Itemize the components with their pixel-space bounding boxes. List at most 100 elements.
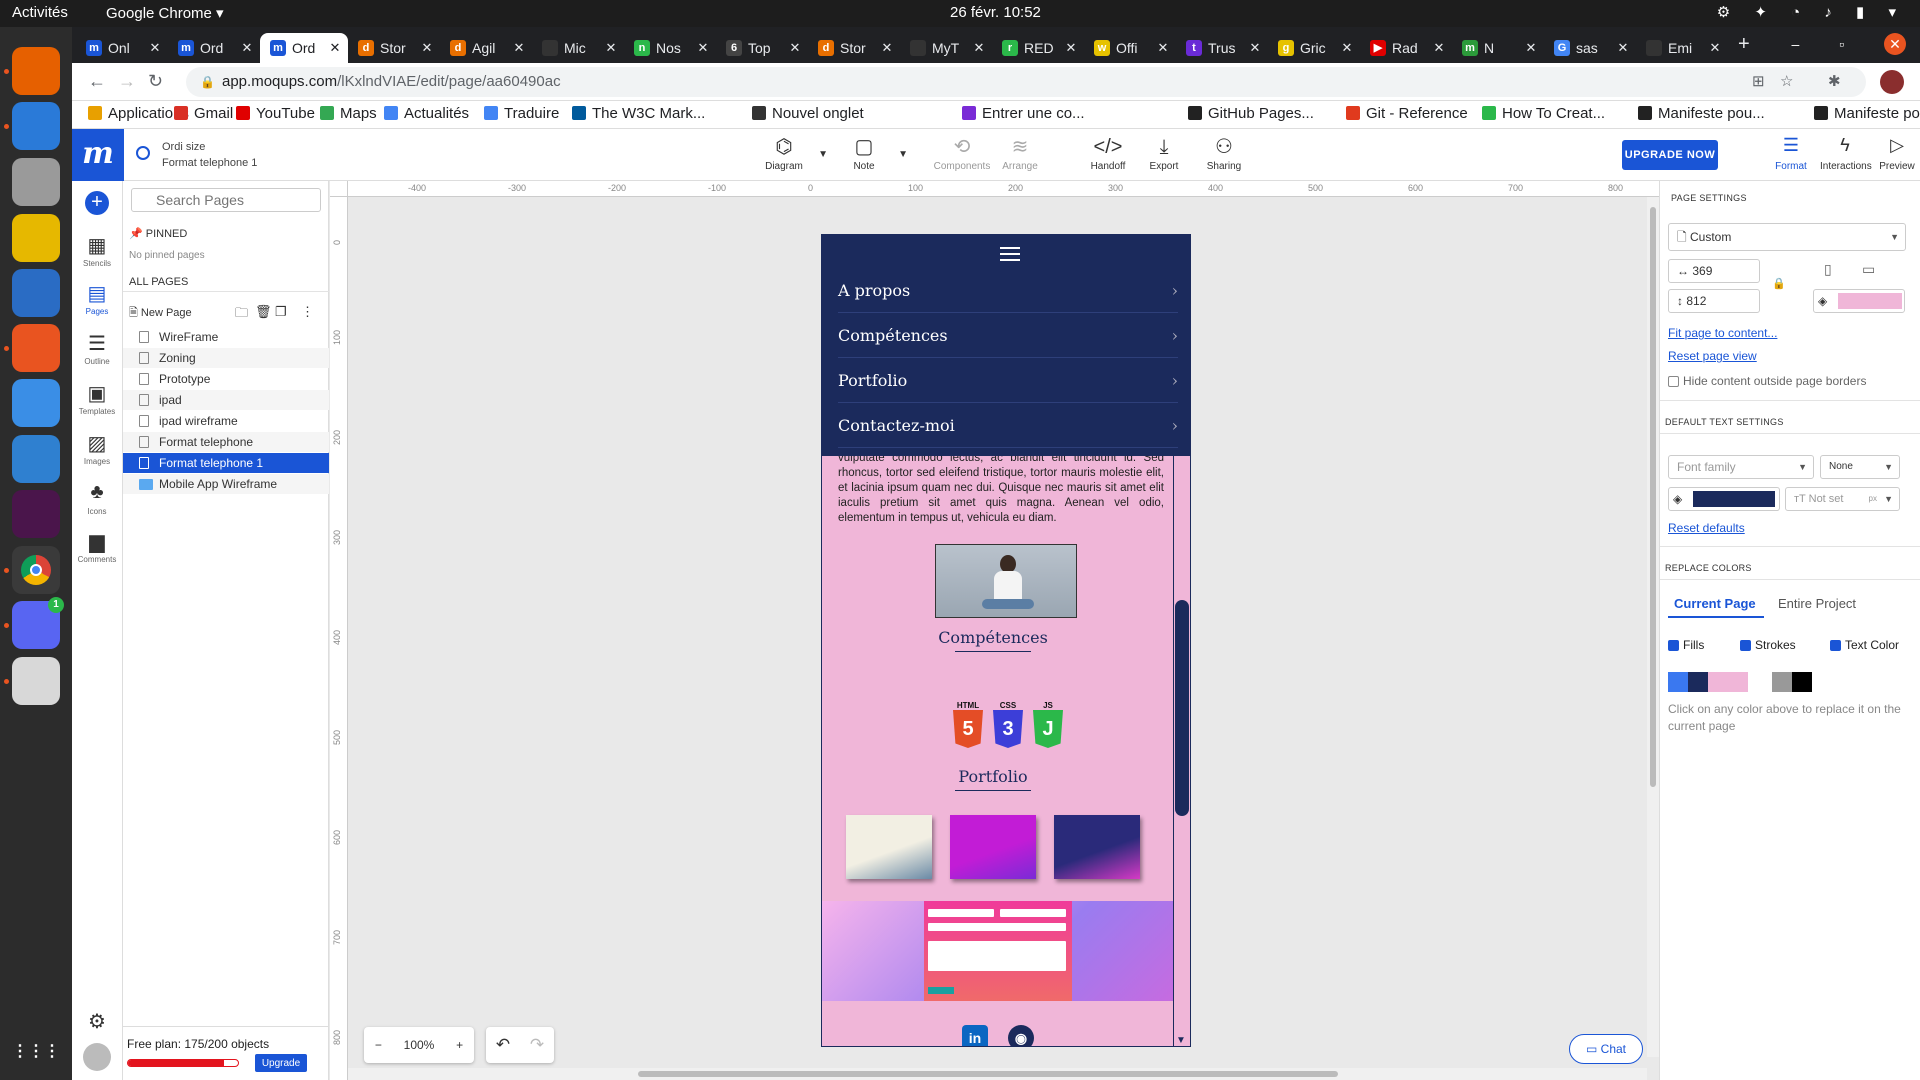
lock-ratio-icon[interactable]: 🔒 — [1772, 277, 1786, 290]
bookmark-star-icon[interactable]: ☆ — [1780, 72, 1793, 90]
browser-tab[interactable]: m Ord ✕ — [260, 33, 348, 63]
fills-checkbox[interactable]: Fills — [1668, 638, 1704, 652]
back-icon[interactable]: ← — [88, 71, 106, 92]
bookmark-item[interactable]: Maps — [320, 105, 377, 122]
strokes-checkbox[interactable]: Strokes — [1740, 638, 1796, 652]
new-tab-icon[interactable]: + — [1738, 33, 1750, 56]
tab-close-icon[interactable]: ✕ — [1614, 40, 1632, 56]
github-icon[interactable]: ◉ — [1008, 1025, 1034, 1046]
tab-close-icon[interactable]: ✕ — [602, 40, 620, 56]
toolbar-components-button[interactable]: ⟲ Components — [932, 135, 992, 172]
translate-icon[interactable]: ⊞ — [1752, 72, 1765, 90]
browser-tab[interactable]: ▶ Rad ✕ — [1360, 33, 1452, 63]
tab-close-icon[interactable]: ✕ — [418, 40, 436, 56]
tab-entire-project[interactable]: Entire Project — [1778, 596, 1856, 611]
page-item[interactable]: WireFrame — [123, 327, 329, 347]
globe-icon[interactable] — [136, 146, 150, 160]
page-item[interactable]: Format telephone — [123, 432, 329, 452]
browser-tab[interactable]: d Stor ✕ — [348, 33, 440, 63]
browser-tab[interactable]: m Onl ✕ — [76, 33, 168, 63]
activities-button[interactable]: Activités — [12, 4, 68, 21]
rail-stencils-button[interactable]: ▦ Stencils — [72, 233, 122, 268]
mock-nav-item[interactable]: Portfolio › — [838, 359, 1178, 403]
dock-discord-icon[interactable]: 1 — [12, 597, 64, 649]
page-item[interactable]: Format telephone 1 — [123, 453, 329, 473]
bookmark-item[interactable]: Traduire — [484, 105, 559, 122]
browser-tab[interactable]: m Ord ✕ — [168, 33, 260, 63]
color-swatch[interactable] — [1792, 672, 1812, 692]
portfolio-thumbnail[interactable] — [1054, 815, 1140, 879]
dock-rhythmbox-icon[interactable] — [12, 214, 60, 262]
mock-nav-item[interactable]: Contactez-moi › — [838, 404, 1178, 448]
close-window-icon[interactable]: ✕ — [1884, 33, 1906, 55]
page-item[interactable]: Prototype — [123, 369, 329, 389]
browser-tab[interactable]: Mic ✕ — [532, 33, 624, 63]
dock-help-icon[interactable] — [12, 379, 60, 427]
color-swatch[interactable] — [1668, 672, 1688, 692]
reset-defaults-link[interactable]: Reset defaults — [1668, 521, 1745, 535]
hamburger-menu-icon[interactable] — [1000, 247, 1020, 261]
add-icon[interactable]: + — [85, 191, 109, 215]
tab-close-icon[interactable]: ✕ — [786, 40, 804, 56]
browser-tab[interactable]: w Offi ✕ — [1084, 33, 1176, 63]
tab-close-icon[interactable]: ✕ — [878, 40, 896, 56]
dock-screenshot-tool-icon[interactable] — [12, 657, 60, 705]
linkedin-icon[interactable]: in — [962, 1025, 988, 1046]
height-input[interactable]: ↕ 812 — [1668, 289, 1760, 313]
bookmark-item[interactable]: Git - Reference — [1346, 105, 1468, 122]
system-tray-icons[interactable]: ⚙ ✦ ◔ ♪ ▮ ▾ — [1717, 3, 1906, 21]
reset-page-view-link[interactable]: Reset page view — [1668, 349, 1757, 363]
text-color-picker[interactable]: ◈ — [1668, 487, 1780, 511]
bookmark-item[interactable]: Entrer une co... — [962, 105, 1085, 122]
mock-nav-item[interactable]: Compétences › — [838, 314, 1178, 358]
portfolio-thumbnail[interactable] — [950, 815, 1036, 879]
color-swatch[interactable] — [1772, 672, 1792, 692]
search-pages-input[interactable] — [131, 188, 321, 212]
document-title[interactable]: Ordi size Format telephone 1 — [162, 139, 257, 171]
mock-scrollbar[interactable]: ▼ — [1173, 456, 1190, 1046]
rail-pages-button[interactable]: ▤ Pages — [72, 281, 122, 316]
page-bg-color[interactable]: ◈ — [1813, 289, 1905, 313]
toolbar-sharing-button[interactable]: ⚇ Sharing — [1194, 135, 1254, 172]
tab-current-page[interactable]: Current Page — [1674, 596, 1756, 611]
toolbar-arrange-button[interactable]: ≋ Arrange — [990, 135, 1050, 172]
dock-vscode-icon[interactable] — [12, 435, 60, 483]
dock-chrome-icon[interactable] — [12, 546, 60, 594]
show-apps-icon[interactable]: ⋮⋮⋮ — [12, 1027, 60, 1075]
color-swatch[interactable] — [1728, 672, 1748, 692]
reload-icon[interactable]: ↻ — [148, 71, 163, 92]
canvas-vertical-scrollbar[interactable] — [1647, 197, 1659, 1057]
duplicate-icon[interactable]: ❐ — [275, 304, 287, 320]
toolbar-handoff-button[interactable]: </> Handoff — [1078, 135, 1138, 172]
tab-close-icon[interactable]: ✕ — [970, 40, 988, 56]
rail-templates-button[interactable]: ▣ Templates — [72, 381, 122, 416]
fit-page-link[interactable]: Fit page to content... — [1668, 326, 1777, 340]
upgrade-button[interactable]: Upgrade — [255, 1054, 307, 1072]
page-item[interactable]: ipad wireframe — [123, 411, 329, 431]
panel-preview-button[interactable]: ▷ Preview — [1872, 135, 1920, 172]
browser-tab[interactable]: Gsas ✕ — [1544, 33, 1636, 63]
browser-tab[interactable]: MyT ✕ — [900, 33, 992, 63]
tab-close-icon[interactable]: ✕ — [1706, 40, 1724, 56]
bookmark-item[interactable]: GitHub Pages... — [1188, 105, 1314, 122]
tab-close-icon[interactable]: ✕ — [1246, 40, 1264, 56]
profile-photo[interactable] — [935, 544, 1077, 618]
bookmark-item[interactable]: Actualités — [384, 105, 469, 122]
phone-mockup-page[interactable]: vulputate commodo lectus, ac blandit eli… — [821, 234, 1191, 1047]
zoom-level[interactable]: 100% — [404, 1038, 435, 1052]
tab-close-icon[interactable]: ✕ — [326, 40, 344, 56]
tab-close-icon[interactable]: ✕ — [1522, 40, 1540, 56]
redo-icon[interactable]: ↷ — [530, 1035, 544, 1055]
bookmark-item[interactable]: Nouvel onglet — [752, 105, 864, 122]
bookmark-item[interactable]: YouTube — [236, 105, 315, 122]
page-item[interactable]: ipad — [123, 390, 329, 410]
page-item[interactable]: Zoning — [123, 348, 329, 368]
url-field[interactable]: 🔒 app.moqups.com/lKxlndVIAE/edit/page/aa6… — [186, 67, 1866, 97]
moqups-logo[interactable]: m — [72, 129, 124, 181]
dock-thunderbird-icon[interactable] — [12, 102, 60, 150]
canvas[interactable]: -400 -300 -200 -100 0 100 200 300 400 500 600 700 80… — [330, 181, 1659, 1080]
browser-tab[interactable]: r RED ✕ — [992, 33, 1084, 63]
dropdown-caret-icon[interactable]: ▼ — [898, 149, 908, 160]
tab-close-icon[interactable]: ✕ — [1154, 40, 1172, 56]
browser-tab[interactable]: t Trus ✕ — [1176, 33, 1268, 63]
